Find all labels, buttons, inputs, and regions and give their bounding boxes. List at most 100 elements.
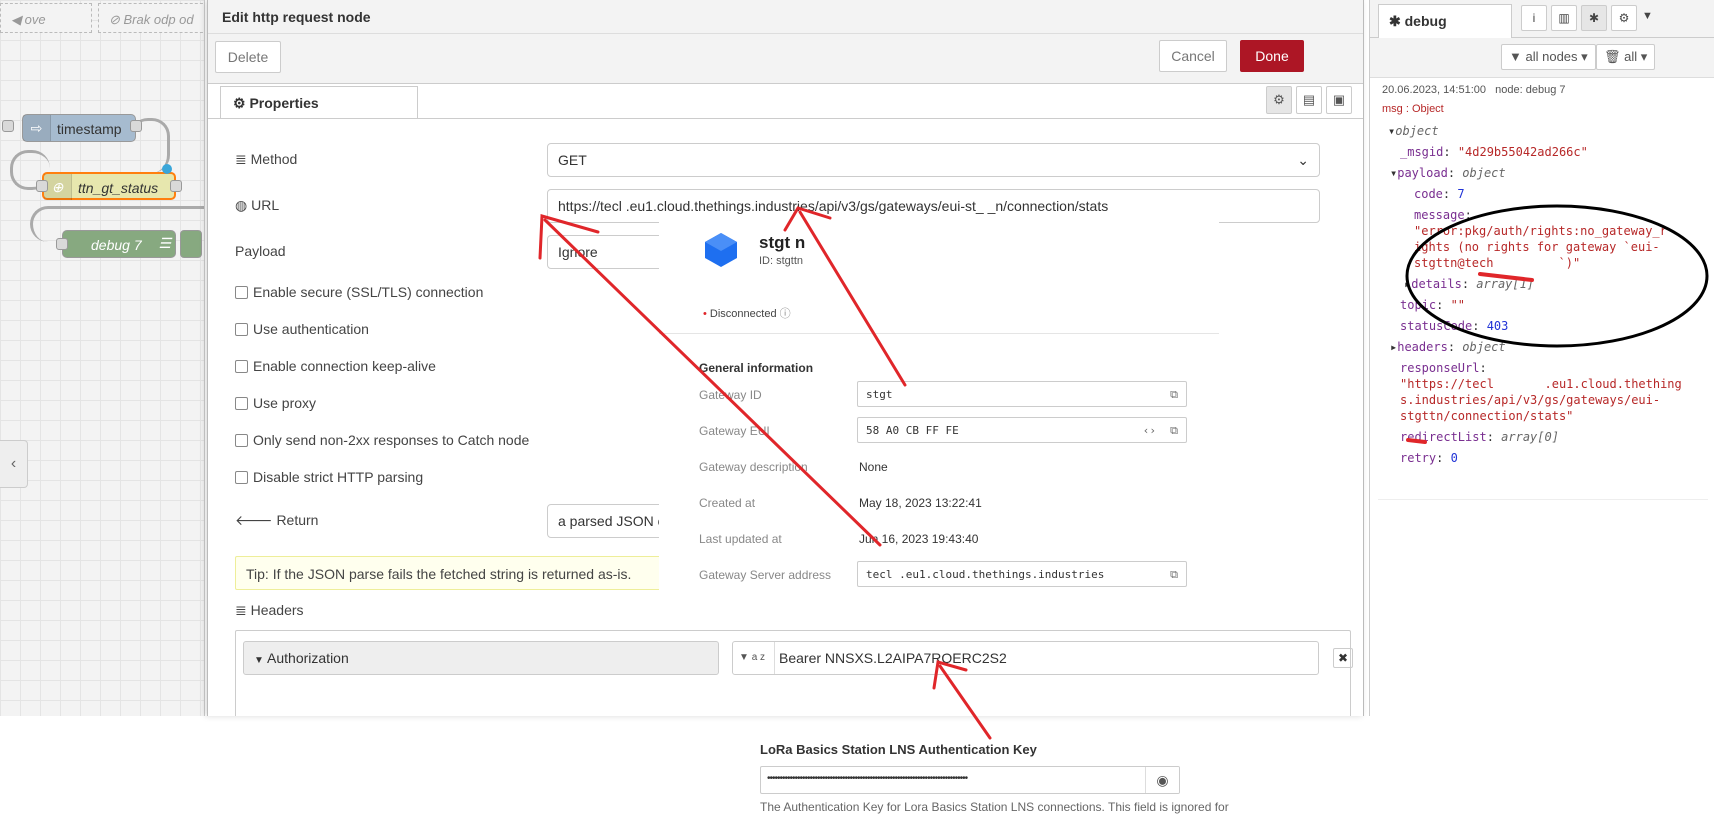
tray-toolbar: Delete Cancel Done	[208, 34, 1363, 84]
flow-tab-disabled[interactable]: ⊘ Brak odp od	[98, 3, 204, 33]
node-ttn-gt-status[interactable]: ⊕ ttn_gt_status	[42, 172, 176, 200]
clear-button[interactable]: 🗑 all ▾	[1596, 44, 1656, 70]
globe-icon: ◍	[235, 197, 248, 213]
appearance-icon[interactable]: ▣	[1326, 86, 1352, 114]
use-authentication-checkbox[interactable]: Use authentication	[235, 321, 369, 337]
lns-key-input[interactable]: ••••••••••••••••••••••••••••••••••••••••…	[760, 766, 1180, 794]
delete-button[interactable]: Delete	[215, 41, 281, 73]
type-select[interactable]: ▼ a z	[733, 642, 775, 674]
copy-icon[interactable]: ⧉	[1170, 424, 1178, 438]
flow-tab-label: Brak odp od	[123, 12, 194, 27]
inject-arrow-icon: ⇨	[23, 115, 51, 141]
tree-value: ""	[1450, 298, 1466, 312]
gear-icon: ⚙	[233, 95, 246, 111]
debug-node[interactable]: node: debug 7	[1495, 84, 1565, 96]
tree-row-msgid: _msgid: "4d29b55042ad266c"	[1400, 145, 1588, 159]
code-icon[interactable]: ‹›	[1143, 424, 1156, 437]
filter-nodes-button[interactable]: ▼ all nodes ▾	[1501, 44, 1596, 70]
strict-parsing-checkbox[interactable]: Disable strict HTTP parsing	[235, 469, 423, 485]
use-proxy-checkbox[interactable]: Use proxy	[235, 395, 316, 411]
header-value-input[interactable]: ▼ a z Bearer NNSXS.L2AIPA7RQERC2S2	[732, 641, 1319, 675]
tree-value: 0	[1450, 451, 1458, 465]
gateway-server-address-value: tecl .eu1.cloud.thethings.industries	[866, 568, 1105, 581]
node-label: ttn_gt_status	[78, 180, 159, 196]
close-icon[interactable]: ✖	[1333, 648, 1353, 668]
info-icon[interactable]: i	[1521, 5, 1547, 31]
status-indicator: • Disconnected ⓘ	[703, 305, 791, 321]
checkbox-icon	[235, 471, 248, 484]
lns-key-help: The Authentication Key for Lora Basics S…	[760, 800, 1229, 814]
tree-row-topic: topic: ""	[1400, 298, 1466, 312]
copy-icon[interactable]: ⧉	[1170, 388, 1178, 402]
gateway-cube-icon	[705, 233, 737, 267]
clear-label: all	[1624, 49, 1638, 64]
lns-key-section: LoRa Basics Station LNS Authentication K…	[740, 730, 1360, 819]
description-icon[interactable]: ▤	[1296, 86, 1322, 114]
tree-key: code	[1414, 187, 1443, 201]
node-debug-7[interactable]: debug 7 ☰	[62, 230, 176, 258]
tree-row-statuscode: statusCode: 403	[1400, 319, 1509, 333]
chevron-left-icon[interactable]: ‹	[0, 440, 28, 488]
tree-type: object	[1462, 166, 1506, 180]
flow-workspace[interactable]: ◀ ove ⊘ Brak odp od ⇨ timestamp ⊕ ttn_gt…	[0, 0, 205, 716]
tree-value-line: ights (no rights for gateway `eui-	[1414, 240, 1660, 254]
tree-row-responseurl: responseUrl:	[1400, 361, 1487, 375]
gear-icon[interactable]: ⚙	[1611, 5, 1637, 31]
tree-value: "4d29b55042ad266c"	[1457, 145, 1588, 159]
debug-toggle-button[interactable]	[180, 230, 202, 258]
tree-row-headers[interactable]: ▸headers: object	[1390, 340, 1506, 354]
bug-icon[interactable]: ✱	[1581, 5, 1607, 31]
tree-object[interactable]: ▾object	[1388, 124, 1439, 138]
catch-node-checkbox[interactable]: Only send non-2xx responses to Catch nod…	[235, 432, 529, 448]
tab-properties[interactable]: ⚙ Properties	[220, 86, 418, 119]
secure-connection-checkbox[interactable]: Enable secure (SSL/TLS) connection	[235, 284, 483, 300]
section-title: General information	[699, 361, 814, 375]
gateway-eui-field[interactable]: 58 A0 CB FF FE ‹› ⧉	[857, 417, 1187, 443]
created-at-value: May 18, 2023 13:22:41	[859, 496, 982, 510]
tree-value-line: "https://tecl .eu1.cloud.thething	[1400, 377, 1682, 391]
filter-icon: ▼	[1509, 49, 1522, 64]
node-port[interactable]	[2, 120, 14, 132]
debug-msg-type: msg : Object	[1382, 103, 1444, 115]
tree-key: retry	[1400, 451, 1437, 465]
tree-row-code: code: 7	[1414, 187, 1465, 201]
flow-tab[interactable]: ◀ ove	[0, 3, 92, 33]
gateway-name: stgt n	[759, 233, 806, 252]
headers-label-text: Headers	[250, 602, 304, 618]
divider	[659, 333, 1219, 334]
node-port[interactable]	[36, 180, 48, 192]
gear-icon[interactable]: ⚙	[1266, 86, 1292, 114]
keep-alive-checkbox[interactable]: Enable connection keep-alive	[235, 358, 436, 374]
gateway-id-line: ID: stgttn	[759, 255, 804, 267]
tree-value-line: s.industries/api/v3/gs/gateways/eui-	[1400, 393, 1661, 407]
copy-icon[interactable]: ⧉	[1170, 568, 1178, 582]
node-port[interactable]	[170, 180, 182, 192]
tree-key: statusCode	[1400, 319, 1473, 333]
tree-row-retry: retry: 0	[1400, 451, 1458, 465]
checkbox-label: Only send non-2xx responses to Catch nod…	[253, 432, 530, 448]
method-select[interactable]: GET ⌄	[547, 143, 1320, 177]
gateway-description-value: None	[859, 460, 888, 474]
node-timestamp[interactable]: ⇨ timestamp	[22, 114, 136, 142]
tab-debug[interactable]: ✱ debug	[1378, 4, 1512, 38]
book-icon[interactable]: ▥	[1551, 5, 1577, 31]
tree-row-payload[interactable]: ▾payload: object	[1390, 166, 1506, 180]
tree-row-redirectlist: redirectList: array[0]	[1400, 430, 1559, 444]
checkbox-icon	[235, 397, 248, 410]
header-key-select[interactable]: ▼ Authorization	[243, 641, 719, 675]
eye-icon[interactable]: ◉	[1145, 767, 1179, 793]
tree-type: array[0]	[1501, 430, 1559, 444]
node-port[interactable]	[56, 238, 68, 250]
debug-message[interactable]: 20.06.2023, 14:51:00 node: debug 7 msg :…	[1378, 80, 1708, 500]
gateway-id-field[interactable]: stgt ⧉	[857, 381, 1187, 407]
arrow-left-icon: 🡐	[235, 512, 273, 528]
tree-key: redirectList	[1400, 430, 1487, 444]
tree-key: message	[1414, 208, 1465, 222]
done-button[interactable]: Done	[1240, 40, 1304, 72]
tree-row-details[interactable]: ▸details: array[1]	[1404, 277, 1534, 291]
debug-toolbar: ▼ all nodes ▾ 🗑 all ▾	[1370, 38, 1714, 78]
cancel-button[interactable]: Cancel	[1159, 40, 1227, 72]
chevron-down-icon[interactable]: ▼	[1642, 10, 1653, 22]
gateway-server-address-field[interactable]: tecl .eu1.cloud.thethings.industries ⧉	[857, 561, 1187, 587]
node-port[interactable]	[130, 120, 142, 132]
